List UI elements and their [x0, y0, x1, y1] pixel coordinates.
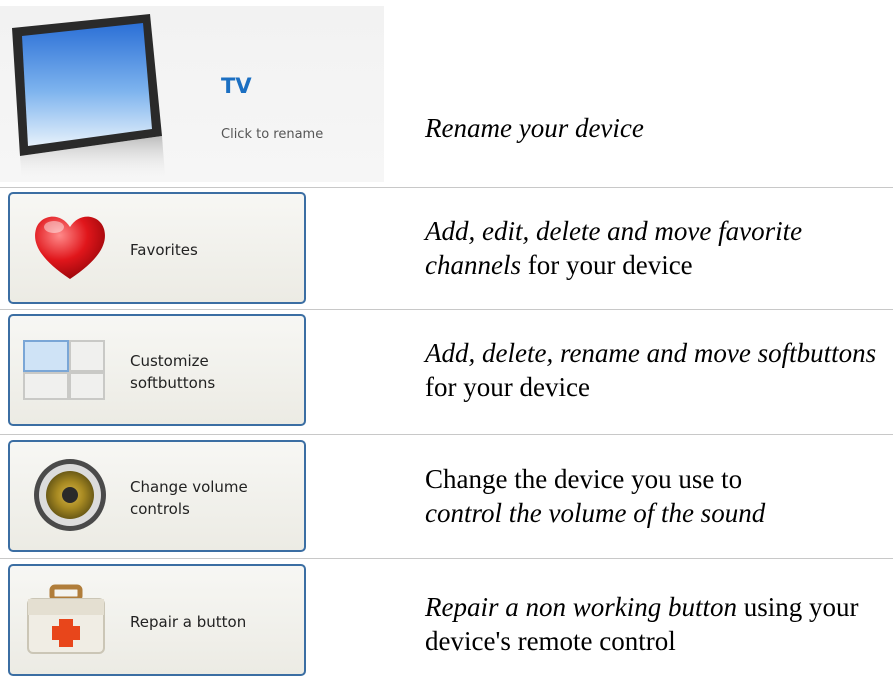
volume-description: Change the device you use to control the… — [425, 464, 766, 528]
device-name[interactable]: TV — [221, 74, 252, 98]
volume-label-line2: controls — [130, 500, 190, 518]
rename-hint[interactable]: Click to rename — [221, 127, 323, 142]
change-volume-controls-button[interactable]: Change volume controls — [8, 440, 306, 552]
favorites-label: Favorites — [130, 241, 198, 259]
customize-label-line2: softbuttons — [130, 374, 216, 392]
device-description: Rename your device — [425, 113, 644, 143]
favorites-button[interactable]: Favorites — [8, 192, 306, 304]
repair-description: Repair a non working button using your d… — [425, 592, 859, 656]
divider — [0, 309, 893, 310]
repair-a-button-button[interactable]: Repair a button — [8, 564, 306, 676]
tv-icon — [12, 14, 165, 182]
heart-icon — [35, 216, 105, 279]
divider — [0, 187, 893, 188]
softbuttons-grid-icon — [23, 340, 105, 400]
customize-description: Add, delete, rename and move softbuttons… — [425, 338, 877, 402]
divider — [0, 434, 893, 435]
repair-label: Repair a button — [130, 613, 247, 631]
volume-label-line1: Change volume — [130, 478, 248, 496]
toolbox-icon — [27, 584, 105, 654]
favorites-description: Add, edit, delete and move favorite chan… — [425, 216, 803, 280]
speaker-icon — [34, 459, 106, 531]
device-panel: TV Click to rename — [0, 6, 384, 182]
divider — [0, 558, 893, 559]
customize-label-line1: Customize — [130, 352, 209, 370]
customize-softbuttons-button[interactable]: Customize softbuttons — [8, 314, 306, 426]
